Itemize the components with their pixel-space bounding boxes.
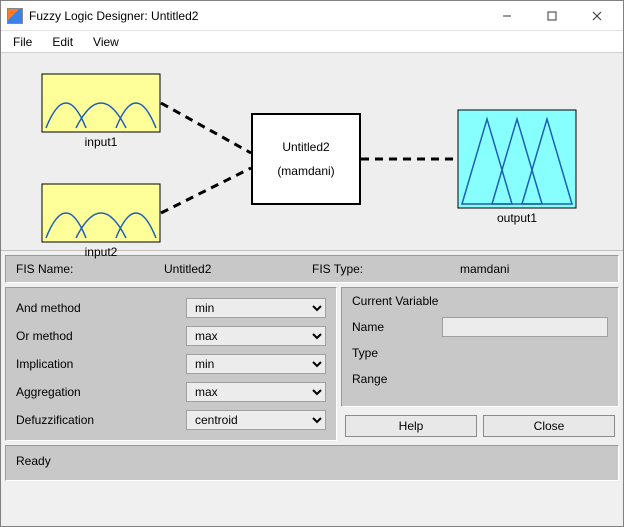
app-icon	[7, 8, 23, 24]
aggregation-label: Aggregation	[16, 385, 186, 399]
defuzz-select[interactable]: centroid	[186, 410, 326, 430]
cv-name-field[interactable]	[442, 317, 608, 337]
output-variable-output1[interactable]	[457, 109, 577, 209]
menu-file[interactable]: File	[5, 33, 40, 51]
input2-label: input2	[41, 245, 161, 259]
menubar: File Edit View	[1, 31, 623, 53]
help-button[interactable]: Help	[345, 415, 477, 437]
minimize-button[interactable]	[484, 2, 529, 30]
input1-label: input1	[41, 135, 161, 149]
fis-type-label: FIS Type:	[312, 262, 460, 276]
menu-edit[interactable]: Edit	[44, 33, 81, 51]
and-method-select[interactable]: min	[186, 298, 326, 318]
titlebar: Fuzzy Logic Designer: Untitled2	[1, 1, 623, 31]
rules-block[interactable]: Untitled2 (mamdani)	[251, 113, 361, 205]
cv-range-label: Range	[352, 372, 442, 386]
fis-diagram: input1 input2 Untitled2 (mamdani)	[1, 53, 623, 251]
defuzz-label: Defuzzification	[16, 413, 186, 427]
status-bar: Ready	[5, 445, 619, 481]
panels: And method min Or method max Implication…	[1, 287, 623, 445]
methods-panel: And method min Or method max Implication…	[5, 287, 337, 441]
app-window: Fuzzy Logic Designer: Untitled2 File Edi…	[0, 0, 624, 527]
output1-label: output1	[457, 211, 577, 225]
implication-label: Implication	[16, 357, 186, 371]
current-variable-panel: Current Variable Name Type Range	[341, 287, 619, 407]
and-method-label: And method	[16, 301, 186, 315]
fis-name-label: FIS Name:	[16, 262, 164, 276]
cv-name-label: Name	[352, 320, 442, 334]
close-button[interactable]: Close	[483, 415, 615, 437]
cv-type-label: Type	[352, 346, 442, 360]
status-text: Ready	[16, 454, 51, 468]
input-variable-input1[interactable]	[41, 73, 161, 133]
close-window-button[interactable]	[574, 2, 619, 30]
input-variable-input2[interactable]	[41, 183, 161, 243]
implication-select[interactable]: min	[186, 354, 326, 374]
window-title: Fuzzy Logic Designer: Untitled2	[29, 9, 484, 23]
rules-fis-type: (mamdani)	[277, 164, 334, 178]
button-row: Help Close	[345, 415, 615, 437]
fis-info-row: FIS Name: Untitled2 FIS Type: mamdani	[5, 255, 619, 283]
rules-fis-name: Untitled2	[282, 140, 329, 154]
menu-view[interactable]: View	[85, 33, 127, 51]
fis-name-value: Untitled2	[164, 262, 312, 276]
aggregation-select[interactable]: max	[186, 382, 326, 402]
or-method-select[interactable]: max	[186, 326, 326, 346]
maximize-button[interactable]	[529, 2, 574, 30]
fis-type-value: mamdani	[460, 262, 608, 276]
current-variable-title: Current Variable	[352, 294, 608, 308]
or-method-label: Or method	[16, 329, 186, 343]
